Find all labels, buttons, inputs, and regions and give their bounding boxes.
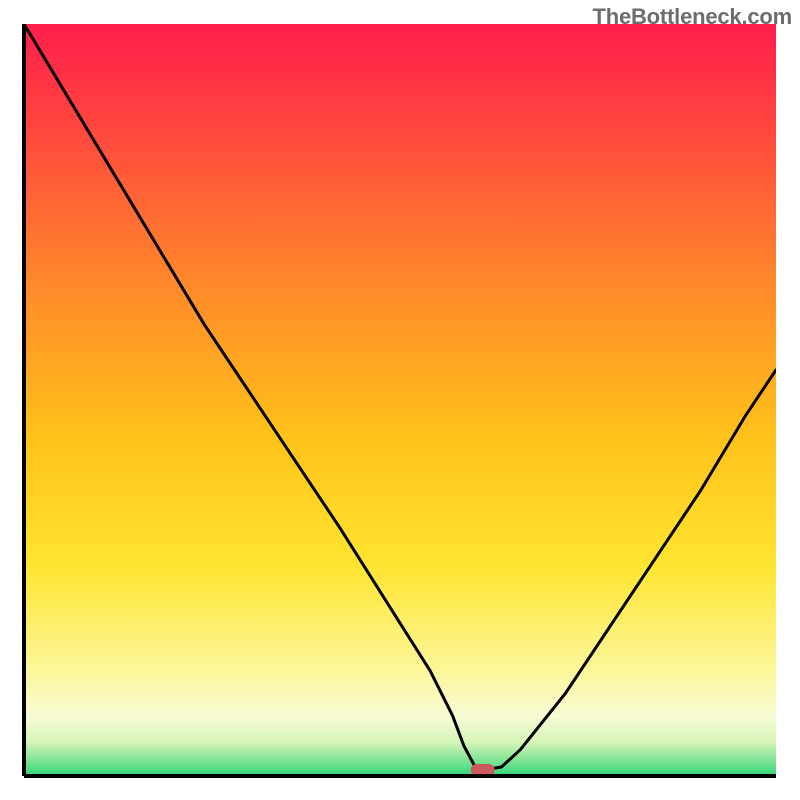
gradient-background — [24, 24, 776, 776]
chart-container: TheBottleneck.com — [0, 0, 800, 800]
watermark-text: TheBottleneck.com — [592, 4, 792, 30]
bottleneck-chart — [0, 0, 800, 800]
